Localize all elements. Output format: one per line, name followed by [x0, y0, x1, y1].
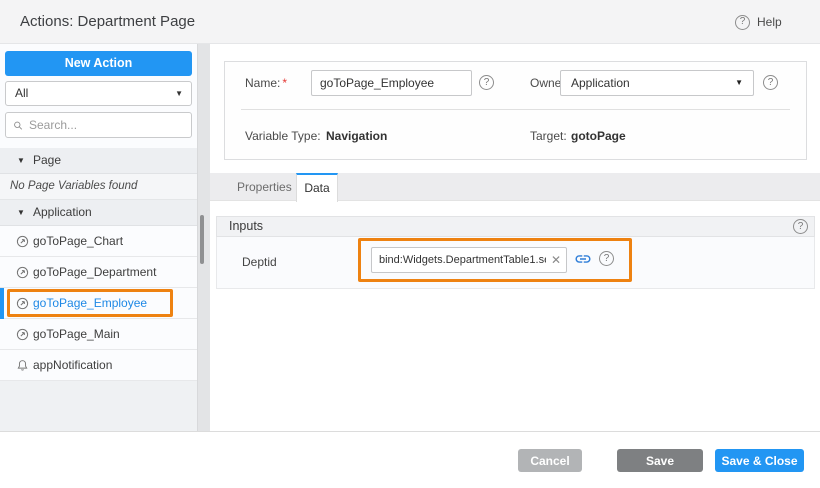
search-box[interactable]	[5, 112, 192, 138]
name-help-icon[interactable]: ?	[479, 75, 494, 90]
action-summary-box: Name:* ? Owner:* Application ▼ ? Variabl…	[224, 61, 807, 160]
deptid-label: Deptid	[242, 237, 277, 287]
navigation-icon	[16, 235, 29, 248]
item-label: goToPage_Department	[33, 257, 156, 287]
item-label: goToPage_Employee	[33, 288, 147, 318]
divider	[241, 109, 790, 110]
sidebar-group-page[interactable]: ▼ Page	[0, 148, 197, 174]
sidebar-group-application[interactable]: ▼ Application	[0, 200, 197, 226]
scrollbar-track	[197, 44, 210, 431]
sidebar-item-gotopage-chart[interactable]: goToPage_Chart	[0, 226, 197, 257]
sidebar-item-gotopage-employee[interactable]: goToPage_Employee	[0, 288, 197, 319]
collapse-caret-icon: ▼	[17, 200, 25, 225]
sidebar-item-gotopage-main[interactable]: goToPage_Main	[0, 319, 197, 350]
actions-dialog: Actions: Department Page ? Help New Acti…	[0, 0, 820, 488]
variables-sidebar: New Action All ▼ ▼ Page No Page Variable…	[0, 44, 197, 431]
input-row-deptid: Deptid bind:Widgets.DepartmentTable1.sel…	[216, 237, 815, 289]
bind-link-icon[interactable]	[574, 250, 592, 268]
target-label: Target:	[530, 126, 567, 146]
sidebar-filler	[0, 381, 197, 431]
target-value: gotoPage	[571, 126, 626, 146]
name-input[interactable]	[311, 70, 472, 96]
name-label: Name:*	[245, 70, 287, 96]
item-label: goToPage_Main	[33, 319, 120, 349]
caret-down-icon: ▼	[175, 82, 183, 105]
footer-bar: Cancel Save Save & Close	[0, 431, 820, 488]
owner-select[interactable]: Application ▼	[560, 70, 754, 96]
scrollbar-thumb[interactable]	[200, 215, 204, 264]
owner-help-icon[interactable]: ?	[763, 75, 778, 90]
tab-data[interactable]: Data	[296, 173, 338, 202]
search-input[interactable]	[29, 118, 184, 132]
sidebar-item-gotopage-department[interactable]: goToPage_Department	[0, 257, 197, 288]
new-action-button[interactable]: New Action	[5, 51, 192, 76]
help-button[interactable]: ? Help	[735, 0, 782, 44]
sidebar-item-appnotification[interactable]: appNotification	[0, 350, 197, 381]
group-label: Application	[33, 200, 92, 225]
required-marker: *	[282, 76, 287, 90]
deptid-help-icon[interactable]: ?	[599, 251, 614, 266]
help-icon: ?	[735, 15, 750, 30]
help-label: Help	[757, 15, 782, 29]
search-icon	[13, 119, 23, 132]
page-title: Actions: Department Page	[20, 0, 195, 44]
save-button[interactable]: Save	[617, 449, 703, 472]
caret-down-icon: ▼	[735, 71, 743, 95]
cancel-button[interactable]: Cancel	[518, 449, 582, 472]
inputs-help-icon[interactable]: ?	[793, 219, 808, 234]
selected-item-indicator	[0, 288, 4, 319]
variable-type-value: Navigation	[326, 126, 387, 146]
collapse-caret-icon: ▼	[17, 148, 25, 173]
filter-value: All	[15, 86, 28, 100]
filter-dropdown[interactable]: All ▼	[5, 81, 192, 106]
inputs-title: Inputs	[229, 217, 263, 236]
title-bar: Actions: Department Page ? Help	[0, 0, 820, 44]
inputs-header: Inputs ?	[216, 216, 815, 237]
save-and-close-button[interactable]: Save & Close	[715, 449, 804, 472]
empty-page-variables-message: No Page Variables found	[0, 174, 197, 200]
navigation-icon	[16, 328, 29, 341]
navigation-icon	[16, 297, 29, 310]
deptid-bind-input[interactable]: bind:Widgets.DepartmentTable1.selec ✕	[371, 247, 567, 273]
tab-bar: Properties Data	[210, 173, 820, 201]
group-label: Page	[33, 148, 61, 173]
action-detail-panel: Name:* ? Owner:* Application ▼ ? Variabl…	[210, 44, 820, 431]
item-label: goToPage_Chart	[33, 226, 123, 256]
item-label: appNotification	[33, 350, 112, 380]
clear-icon[interactable]: ✕	[546, 253, 566, 267]
navigation-icon	[16, 266, 29, 279]
variable-type-label: Variable Type:	[245, 126, 321, 146]
inputs-section: Inputs ? Deptid bind:Widgets.DepartmentT…	[216, 216, 815, 289]
owner-value: Application	[571, 76, 630, 90]
deptid-bind-value: bind:Widgets.DepartmentTable1.selec	[372, 254, 546, 266]
bell-icon	[16, 359, 29, 372]
